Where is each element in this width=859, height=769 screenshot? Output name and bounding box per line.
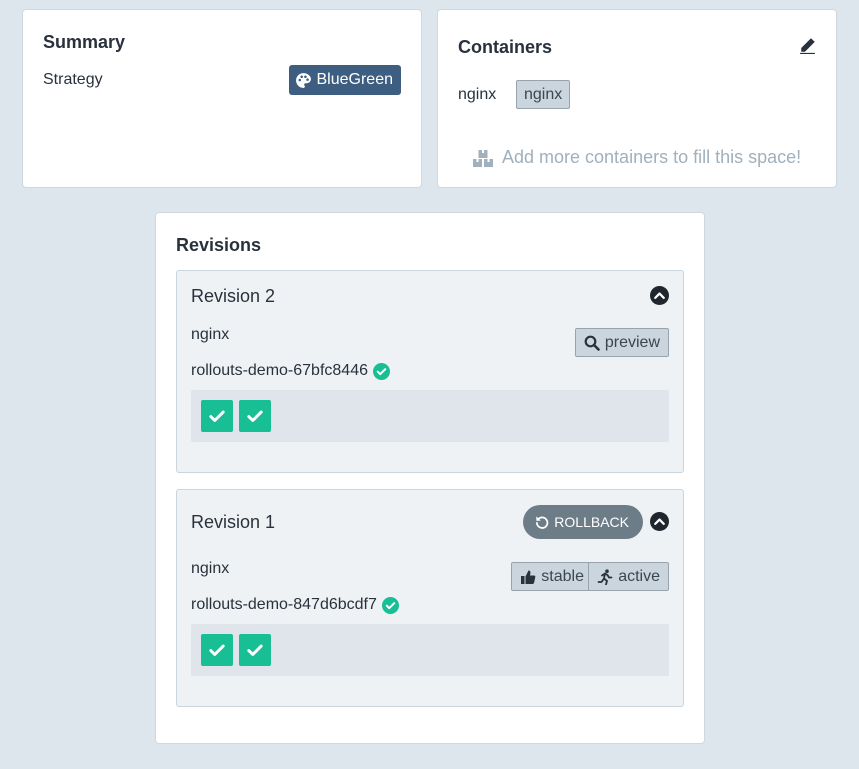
containers-card: Containers nginx nginx Add more containe… [437,9,837,188]
container-image-tag[interactable]: nginx [516,80,571,109]
check-icon [247,410,263,422]
strategy-badge: BlueGreen [288,65,401,95]
undo-icon [536,516,549,529]
revisions-card: Revisions Revision 2 nginx preview rollo… [155,212,705,744]
stable-label: stable [541,567,584,585]
summary-title: Summary [43,32,126,52]
pod-healthy[interactable] [239,634,271,666]
rollback-button[interactable]: ROLLBACK [523,505,643,539]
check-icon [209,644,225,656]
add-more-containers: Add more containers to fill this space! [472,147,801,168]
check-icon [209,410,225,422]
pods-row [191,390,669,442]
boxes-icon [473,149,493,167]
active-label: active [618,567,660,585]
active-tag[interactable]: active [588,562,669,591]
thumbs-up-icon [521,570,536,584]
replicaset-label: rollouts-demo-847d6bcdf7 [191,596,377,613]
pod-healthy[interactable] [201,634,233,666]
revision-container-name: nginx [191,560,230,577]
strategy-value: BlueGreen [316,71,394,88]
check-icon [247,644,263,656]
pod-healthy[interactable] [201,400,233,432]
strategy-label: Strategy [43,71,103,88]
pods-row [191,624,669,676]
search-icon [584,335,600,351]
replicaset-name: rollouts-demo-67bfc8446 [191,362,390,380]
containers-title: Containers [458,37,553,57]
summary-card: Summary Strategy BlueGreen [22,9,422,188]
stable-tag[interactable]: stable [511,562,593,591]
revision-2: Revision 2 nginx preview rollouts-demo-6… [176,270,684,473]
revision-container-name: nginx [191,326,230,343]
palette-icon [295,72,311,88]
revision-1: Revision 1 ROLLBACK nginx stable active … [176,489,684,707]
revision-title: Revision 1 [191,512,276,532]
rollback-label: ROLLBACK [554,514,629,530]
pencil-icon[interactable] [799,38,816,55]
check-circle-icon [373,362,390,380]
check-circle-icon [381,596,399,614]
chevron-up-circle-icon[interactable] [650,286,669,305]
replicaset-label: rollouts-demo-67bfc8446 [191,362,368,379]
running-icon [597,568,613,585]
preview-label: preview [604,333,660,351]
container-name: nginx [458,86,497,103]
preview-tag[interactable]: preview [574,328,669,357]
add-more-text: Add more containers to fill this space! [502,147,802,167]
revision-title: Revision 2 [191,286,276,306]
replicaset-name: rollouts-demo-847d6bcdf7 [191,596,399,614]
revisions-title: Revisions [176,235,262,255]
chevron-up-circle-icon[interactable] [650,512,669,531]
pod-healthy[interactable] [239,400,271,432]
